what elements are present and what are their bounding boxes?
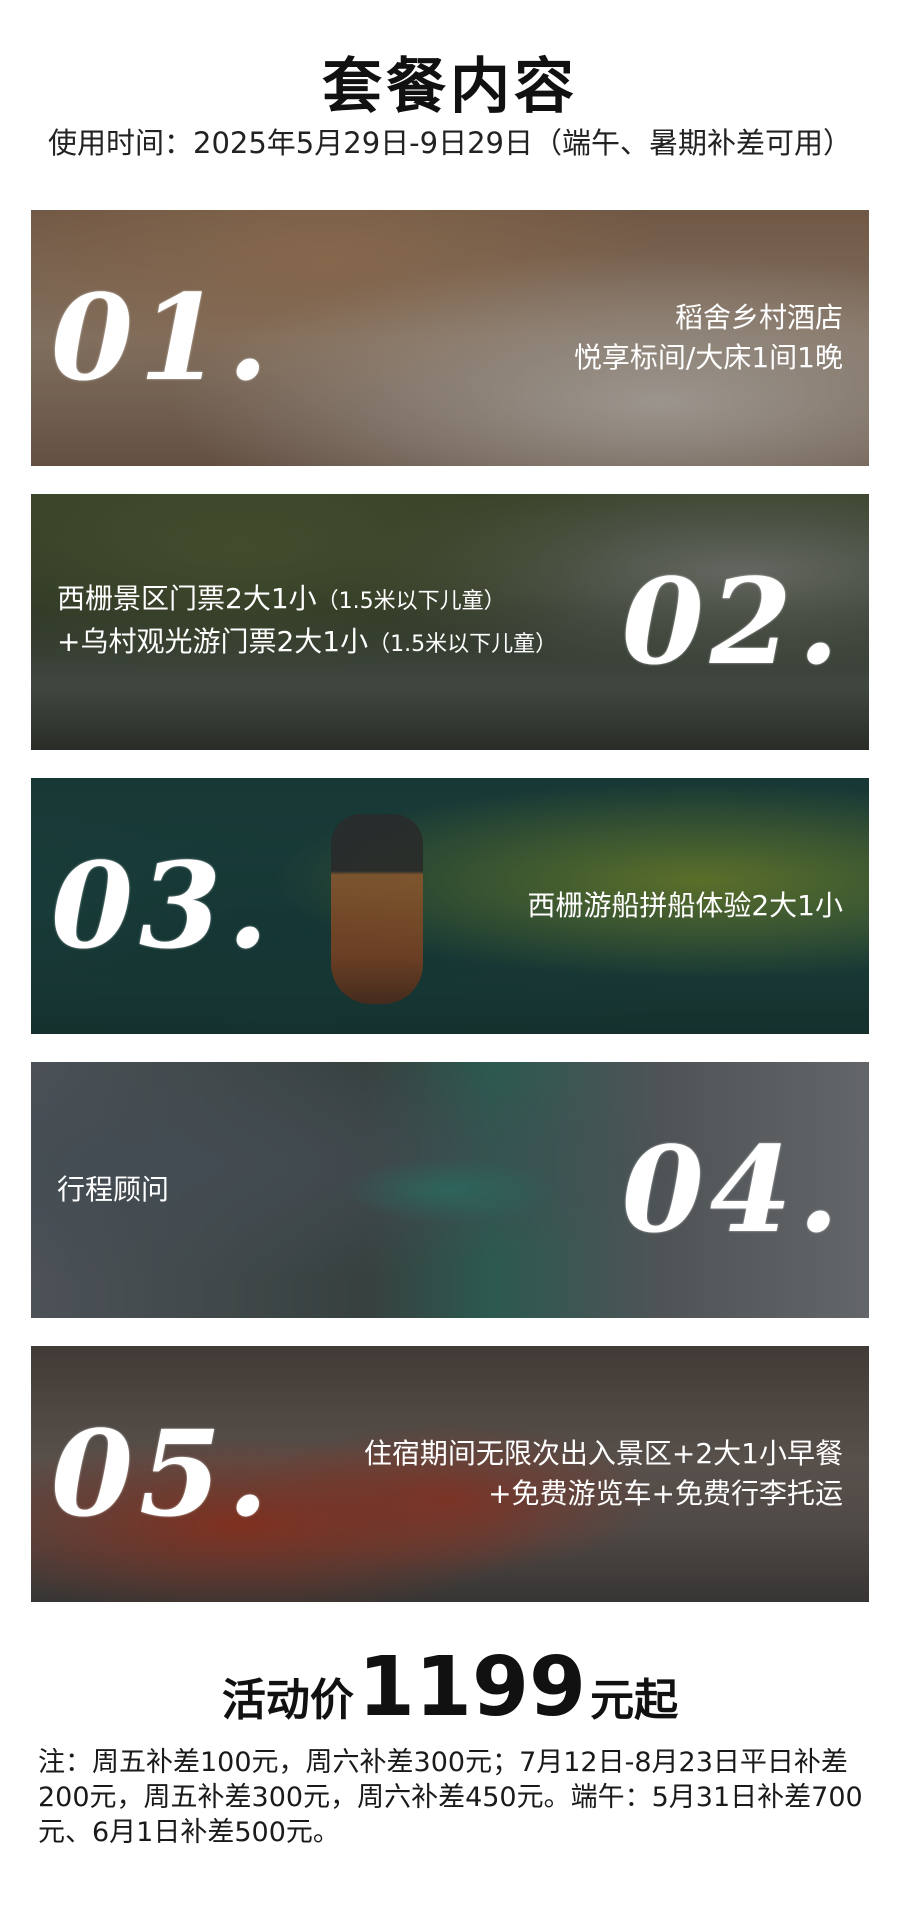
item-number: 03. xyxy=(51,836,275,975)
item-line: 住宿期间无限次出入景区+2大1小早餐 xyxy=(363,1437,843,1470)
item-number: 05. xyxy=(51,1404,275,1543)
item-line: 西栅景区门票2大1小（1.5米以下儿童） xyxy=(57,582,506,615)
item-line: +免费游览车+免费行李托运 xyxy=(488,1477,843,1510)
usage-time: 使用时间：2025年5月29日-9日29日（端午、暑期补差可用） xyxy=(48,126,852,160)
item-description: 住宿期间无限次出入景区+2大1小早餐 +免费游览车+免费行李托运 xyxy=(364,1434,843,1514)
item-line: 西栅游船拼船体验2大1小 xyxy=(527,889,843,922)
price-value: 1199 xyxy=(357,1640,587,1735)
package-item-4: 行程顾问 04. xyxy=(31,1062,869,1318)
package-item-5: 05. 住宿期间无限次出入景区+2大1小早餐 +免费游览车+免费行李托运 xyxy=(31,1346,869,1602)
surcharge-note: 注：周五补差100元，周六补差300元；7月12日-8月23日平日补差200元，… xyxy=(38,1747,863,1848)
item-number: 02. xyxy=(621,552,845,691)
promo-price: 活动价1199元起 xyxy=(0,1640,900,1735)
item-line: +乌村观光游门票2大1小（1.5米以下儿童） xyxy=(57,625,558,658)
package-item-1: 01. 稻舍乡村酒店 悦享标间/大床1间1晚 xyxy=(31,210,869,466)
package-item-3: 03. 西栅游船拼船体验2大1小 xyxy=(31,778,869,1034)
price-label: 活动价 xyxy=(221,1675,354,1726)
item-line: 行程顾问 xyxy=(57,1173,170,1206)
page-title: 套餐内容 xyxy=(322,52,578,122)
item-line: 稻舍乡村酒店 xyxy=(674,301,843,334)
package-item-2: 西栅景区门票2大1小（1.5米以下儿童） +乌村观光游门票2大1小（1.5米以下… xyxy=(31,494,869,750)
item-number: 04. xyxy=(621,1120,845,1259)
item-line: 悦享标间/大床1间1晚 xyxy=(573,341,843,374)
item-description: 行程顾问 xyxy=(57,1170,169,1210)
item-description: 稻舍乡村酒店 悦享标间/大床1间1晚 xyxy=(574,298,843,378)
item-description: 西栅游船拼船体验2大1小 xyxy=(527,886,843,926)
item-number: 01. xyxy=(51,268,275,407)
item-description: 西栅景区门票2大1小（1.5米以下儿童） +乌村观光游门票2大1小（1.5米以下… xyxy=(57,579,557,665)
price-suffix: 元起 xyxy=(590,1675,679,1726)
